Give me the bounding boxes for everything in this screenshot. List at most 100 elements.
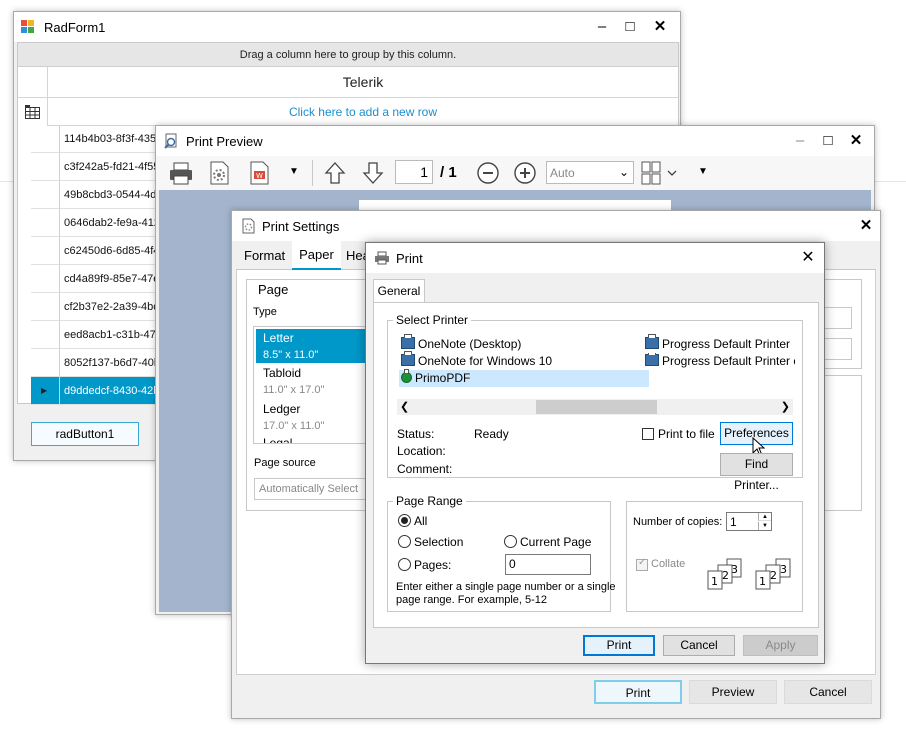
table-row[interactable]: 49b8cbd3-0544-4dd: [60, 181, 170, 209]
table-row[interactable]: cd4a89f9-85e7-47e2-: [60, 265, 170, 293]
chevron-up-icon[interactable]: ▲: [758, 513, 771, 521]
paper-item-letter[interactable]: Letter 8.5" x 11.0": [256, 329, 366, 363]
chevron-down-icon[interactable]: ▼: [758, 522, 771, 530]
printer-item-selected[interactable]: PrimoPDF: [399, 369, 649, 387]
header-indicator-cell: [18, 67, 47, 98]
settings-print-button[interactable]: Print: [594, 680, 682, 704]
table-row[interactable]: 8052f137-b6d7-40b0: [60, 349, 170, 377]
tab-format[interactable]: Format: [244, 248, 285, 263]
maximize-button[interactable]: □: [818, 131, 838, 151]
print-dialog-title: Print: [396, 251, 423, 266]
row-indicator[interactable]: [31, 349, 60, 377]
scroll-left-icon[interactable]: ❮: [400, 400, 409, 413]
next-page-icon[interactable]: [360, 160, 388, 186]
pages-radio[interactable]: [398, 558, 411, 571]
paper-item-legal[interactable]: Legal: [256, 436, 366, 444]
selection-radio[interactable]: [398, 535, 411, 548]
row-indicator[interactable]: [31, 293, 60, 321]
paper-type-list[interactable]: Letter 8.5" x 11.0" Tabloid 11.0" x 17.0…: [253, 326, 367, 444]
close-button[interactable]: ✕: [650, 17, 670, 37]
paper-size: 17.0" x 11.0": [263, 420, 325, 432]
close-button[interactable]: ✕: [856, 216, 876, 236]
zoom-out-icon[interactable]: [475, 160, 503, 186]
right-input-2[interactable]: [822, 338, 852, 360]
paper-name: Legal: [263, 436, 293, 444]
row-indicator[interactable]: [31, 153, 60, 181]
print-to-file-checkbox[interactable]: [642, 428, 654, 440]
close-button[interactable]: ✕: [846, 131, 866, 151]
chevron-down-icon: ⌄: [618, 165, 629, 179]
printer-item[interactable]: OneNote (Desktop): [401, 334, 521, 353]
row-indicator[interactable]: [31, 265, 60, 293]
tab-general[interactable]: General: [373, 279, 425, 303]
table-row[interactable]: 114b4b03-8f3f-435d-: [60, 125, 170, 153]
print-preview-titlebar: Print Preview – □ ✕: [156, 126, 874, 156]
printer-item[interactable]: Progress Default Printer: [645, 334, 791, 353]
printer-name: Progress Default Printer: [662, 337, 791, 351]
row-indicator[interactable]: [31, 209, 60, 237]
dialog-print-button[interactable]: Print: [583, 635, 655, 656]
close-button[interactable]: ✕: [798, 248, 818, 268]
row-indicator[interactable]: [31, 181, 60, 209]
printer-item[interactable]: Progress Default Printer c: [645, 353, 795, 370]
toolbar-overflow-icon[interactable]: ▼: [698, 166, 708, 177]
zoom-dropdown[interactable]: Auto ⌄: [546, 161, 634, 184]
radbutton1[interactable]: radButton1: [31, 422, 139, 446]
settings-cancel-button[interactable]: Cancel: [784, 680, 872, 704]
export-icon[interactable]: W: [246, 160, 274, 186]
dialog-cancel-button[interactable]: Cancel: [663, 635, 735, 656]
page-setup-icon[interactable]: [206, 160, 234, 186]
page-layout-icon[interactable]: [640, 160, 684, 186]
zoom-in-icon[interactable]: [512, 160, 540, 186]
print-icon[interactable]: [168, 160, 196, 186]
minimize-button[interactable]: –: [592, 17, 612, 37]
comment-label: Comment:: [397, 462, 453, 476]
current-page-input[interactable]: 1: [395, 160, 433, 184]
table-row[interactable]: c62450d6-6d85-4f40-: [60, 237, 170, 265]
page-range-hint-line1: Enter either a single page number or a s…: [396, 581, 616, 593]
table-row[interactable]: 0646dab2-fe9a-4123: [60, 209, 170, 237]
all-radio[interactable]: [398, 514, 411, 527]
copies-label: Number of copies:: [633, 516, 723, 528]
current-page-radio[interactable]: [504, 535, 517, 548]
settings-preview-button[interactable]: Preview: [689, 680, 777, 704]
row-indicator[interactable]: [31, 125, 60, 153]
current-page-radio-label: Current Page: [520, 535, 592, 549]
minimize-button[interactable]: –: [790, 131, 810, 151]
row-indicator[interactable]: [31, 237, 60, 265]
status-label: Status:: [397, 427, 435, 441]
current-row-icon: ▶: [41, 386, 48, 395]
paper-size: 11.0" x 17.0": [263, 384, 325, 396]
pages-input[interactable]: 0: [505, 554, 591, 575]
scrollbar-thumb[interactable]: [536, 400, 657, 414]
page-range-hint-line2: page range. For example, 5-12: [396, 594, 548, 606]
previous-page-icon[interactable]: [322, 160, 350, 186]
right-input-1[interactable]: [822, 307, 852, 329]
column-header[interactable]: Telerik: [47, 67, 678, 98]
page-source-combo[interactable]: Automatically Select: [254, 478, 367, 500]
svg-text:3: 3: [780, 563, 787, 576]
table-row[interactable]: eed8acb1-c31b-47ae: [60, 321, 170, 349]
page-source-label: Page source: [254, 457, 316, 469]
printer-icon: [401, 351, 415, 366]
table-row[interactable]: d9ddedcf-8430-42bf: [60, 377, 170, 405]
add-new-row[interactable]: Click here to add a new row: [47, 98, 678, 126]
row-indicator[interactable]: ▶: [31, 377, 60, 405]
maximize-button[interactable]: □: [620, 17, 640, 37]
table-row[interactable]: cf2b37e2-2a39-4bc8-: [60, 293, 170, 321]
printer-item[interactable]: OneNote for Windows 10: [401, 351, 552, 370]
window-title: RadForm1: [44, 20, 106, 35]
paper-item-tabloid[interactable]: Tabloid 11.0" x 17.0": [256, 364, 366, 400]
copies-stepper[interactable]: 1 ▲ ▼: [726, 512, 772, 531]
paper-item-ledger[interactable]: Ledger 17.0" x 11.0": [256, 400, 366, 436]
find-printer-button[interactable]: Find Printer...: [720, 453, 793, 492]
table-row[interactable]: c3f242a5-fd21-4f55-8: [60, 153, 170, 181]
tab-paper[interactable]: Paper: [292, 241, 341, 270]
row-indicator[interactable]: [31, 321, 60, 349]
printer-list-scrollbar[interactable]: ❮ ❯: [397, 399, 793, 415]
print-dialog-titlebar: Print ✕: [366, 243, 824, 273]
scroll-right-icon[interactable]: ❯: [781, 400, 790, 413]
toolbar-overflow-icon[interactable]: ▼: [289, 166, 299, 177]
status-value: Ready: [474, 427, 509, 441]
group-panel[interactable]: Drag a column here to group by this colu…: [18, 43, 678, 67]
